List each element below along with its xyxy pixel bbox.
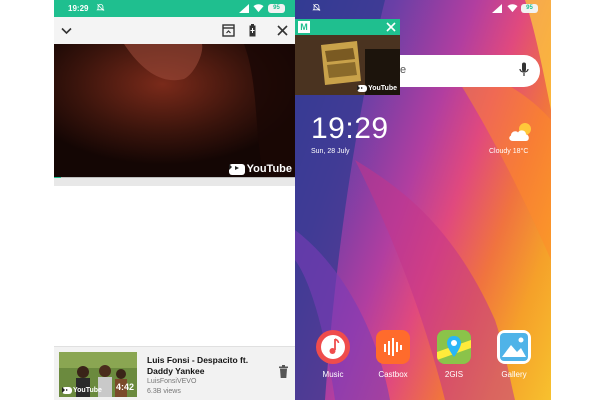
youtube-play-icon: [228, 163, 245, 175]
player-divider: [54, 178, 295, 186]
castbox-icon: [376, 330, 410, 364]
pip-youtube-logo: YouTube: [357, 85, 397, 92]
signal-icon: [492, 4, 502, 13]
home-date: Sun, 28 July: [311, 148, 350, 155]
picture-in-picture-window[interactable]: M YouTube: [295, 19, 400, 95]
status-bar-left: 19:29 95: [54, 0, 295, 17]
home-clock[interactable]: 19:29: [311, 112, 389, 146]
video-player[interactable]: YouTube: [54, 44, 295, 178]
close-icon[interactable]: [386, 22, 396, 32]
left-phone-screen: 19:29 95 YouTube YouTube 4:42 Luis Fonsi…: [54, 0, 295, 400]
map-pin-glyph: [437, 330, 471, 364]
wifi-icon: [253, 4, 264, 13]
alarm-off-icon: [312, 3, 321, 11]
play-triangle: [361, 86, 364, 89]
chevron-down-icon[interactable]: [58, 22, 75, 39]
alarm-off-icon: [96, 3, 105, 11]
gallery-glyph: [500, 333, 528, 361]
search-text: e: [400, 64, 407, 76]
cloud-sun-icon[interactable]: [507, 121, 535, 143]
screenshot: 19:29 95 YouTube YouTube 4:42 Luis Fonsi…: [0, 0, 600, 400]
pip-header: M: [295, 19, 400, 35]
video-thumbnail[interactable]: YouTube 4:42: [59, 352, 137, 397]
youtube-logo-text: YouTube: [246, 163, 292, 175]
weather-text: Cloudy 18°C: [489, 148, 529, 155]
trash-icon[interactable]: [278, 365, 289, 378]
play-triangle: [66, 388, 68, 391]
app-2gis[interactable]: 2GIS: [434, 330, 474, 379]
video-title[interactable]: Luis Fonsi - Despacito ft. Daddy Yankee: [147, 355, 267, 377]
status-time: 19:29: [68, 4, 89, 13]
video-duration: 4:42: [115, 382, 134, 392]
music-icon: [316, 330, 350, 364]
video-frame: [54, 44, 295, 178]
youtube-logo: YouTube: [228, 163, 292, 175]
app-gallery[interactable]: Gallery: [494, 330, 534, 379]
youtube-play-icon: [62, 387, 72, 394]
app-label-gallery: Gallery: [501, 370, 527, 379]
content-area: [54, 186, 295, 346]
pip-app-badge: M: [298, 21, 310, 33]
play-triangle: [234, 166, 239, 171]
app-castbox[interactable]: Castbox: [373, 330, 413, 379]
view-count: 6.3B views: [147, 388, 181, 395]
youtube-play-icon: [357, 85, 368, 92]
player-toolbar: [54, 17, 295, 44]
app-music[interactable]: Music: [313, 330, 353, 379]
castbox-bars-glyph: [384, 338, 402, 356]
wifi-icon: [507, 4, 518, 13]
music-note-glyph: [321, 335, 345, 359]
pip-logo-text: YouTube: [368, 85, 397, 92]
mic-icon[interactable]: [519, 62, 529, 78]
channel-name: LuisFonsiVEVO: [147, 378, 197, 385]
thumbnail-logo-text: YouTube: [73, 387, 102, 394]
close-icon[interactable]: [274, 22, 291, 39]
now-playing-card[interactable]: YouTube 4:42 Luis Fonsi - Despacito ft. …: [54, 346, 295, 400]
battery-indicator: 95: [268, 4, 285, 13]
2gis-icon: [437, 330, 471, 364]
gallery-icon: [497, 330, 531, 364]
app-label-music: Music: [322, 370, 344, 379]
battery-indicator: 95: [521, 4, 538, 13]
app-label-2gis: 2GIS: [444, 370, 464, 379]
open-in-app-icon[interactable]: [220, 22, 237, 39]
battery-saver-icon[interactable]: [244, 22, 261, 39]
app-label-castbox: Castbox: [378, 370, 408, 379]
thumbnail-youtube-logo: YouTube: [62, 387, 102, 394]
signal-icon: [239, 4, 249, 13]
